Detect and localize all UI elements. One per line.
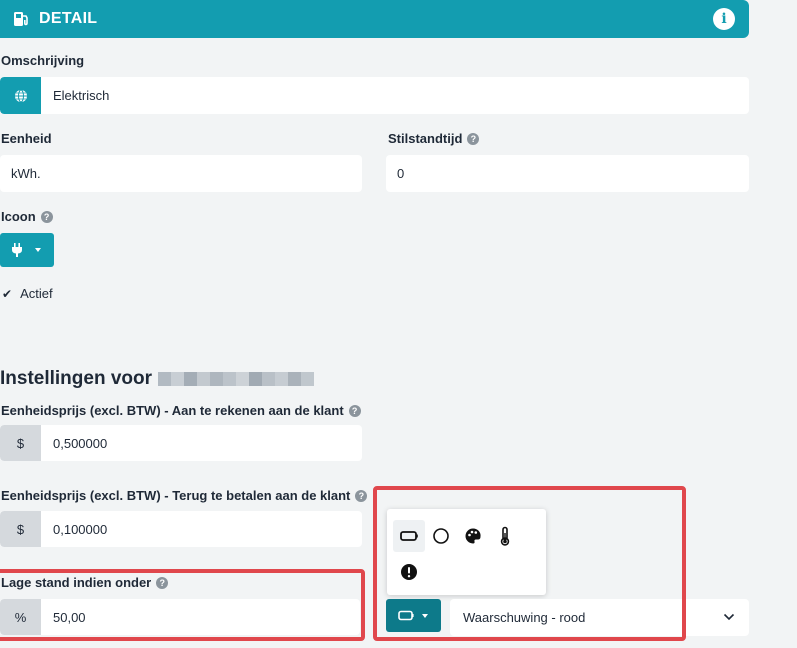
prijs-terug-label: Eenheidsprijs (excl. BTW) - Terug te bet… <box>1 488 368 503</box>
actief-label: Actief <box>20 286 53 301</box>
redacted-block <box>158 372 315 386</box>
eenheid-value[interactable]: kWh. <box>0 166 41 181</box>
percent-addon: % <box>0 599 41 635</box>
lage-stand-label: Lage stand indien onder ? <box>1 575 169 590</box>
circle-icon[interactable] <box>425 520 457 552</box>
currency-addon: $ <box>0 425 41 461</box>
stilstandtijd-value[interactable]: 0 <box>386 166 404 181</box>
prijs-rekenen-label: Eenheidsprijs (excl. BTW) - Aan te reken… <box>1 403 361 418</box>
stilstandtijd-label: Stilstandtijd ? <box>388 131 480 146</box>
exclamation-icon[interactable] <box>393 556 425 588</box>
plug-icon <box>12 243 22 257</box>
icon-options-popover <box>387 509 546 595</box>
eenheid-label: Eenheid <box>1 131 52 146</box>
help-icon[interactable]: ? <box>348 404 361 417</box>
page-title: DETAIL <box>39 10 98 27</box>
indicator-icon-button[interactable] <box>386 599 441 632</box>
prijs-terug-field[interactable]: $ 0,100000 <box>0 511 362 547</box>
prijs-rekenen-field[interactable]: $ 0,500000 <box>0 425 362 461</box>
battery-icon <box>398 610 414 621</box>
chevron-down-icon <box>422 613 428 618</box>
chevron-down-icon <box>35 248 41 252</box>
thermometer-icon[interactable] <box>489 520 521 552</box>
help-icon[interactable]: ? <box>467 132 480 145</box>
help-icon[interactable]: ? <box>40 210 53 223</box>
lage-stand-value[interactable]: 50,00 <box>41 610 86 625</box>
icon-picker-button[interactable] <box>0 233 54 267</box>
chevron-down-icon <box>723 613 735 621</box>
omschrijving-value[interactable]: Elektrisch <box>41 88 109 103</box>
lage-stand-field[interactable]: % 50,00 <box>0 599 360 635</box>
icoon-label: Icoon ? <box>1 209 53 224</box>
severity-select[interactable]: Waarschuwing - rood <box>450 599 749 636</box>
palette-icon[interactable] <box>457 520 489 552</box>
help-icon[interactable]: ? <box>156 576 169 589</box>
settings-heading: Instellingen voor <box>0 368 315 390</box>
prijs-rekenen-value[interactable]: 0,500000 <box>41 436 107 451</box>
info-icon[interactable]: i <box>713 8 735 30</box>
severity-select-value: Waarschuwing - rood <box>463 610 586 625</box>
detail-header: DETAIL i <box>0 0 749 38</box>
stilstandtijd-field[interactable]: 0 <box>386 155 749 192</box>
omschrijving-label: Omschrijving <box>1 53 85 68</box>
help-icon[interactable]: ? <box>355 489 368 502</box>
globe-icon[interactable] <box>0 77 41 114</box>
check-icon: ✔ <box>2 286 13 301</box>
actief-checkbox[interactable]: ✔ Actief <box>2 286 53 301</box>
currency-addon: $ <box>0 511 41 547</box>
prijs-terug-value[interactable]: 0,100000 <box>41 522 107 537</box>
eenheid-field[interactable]: kWh. <box>0 155 362 192</box>
fuel-pump-icon <box>14 12 28 26</box>
battery-icon[interactable] <box>393 520 425 552</box>
omschrijving-field[interactable]: Elektrisch <box>0 77 749 114</box>
